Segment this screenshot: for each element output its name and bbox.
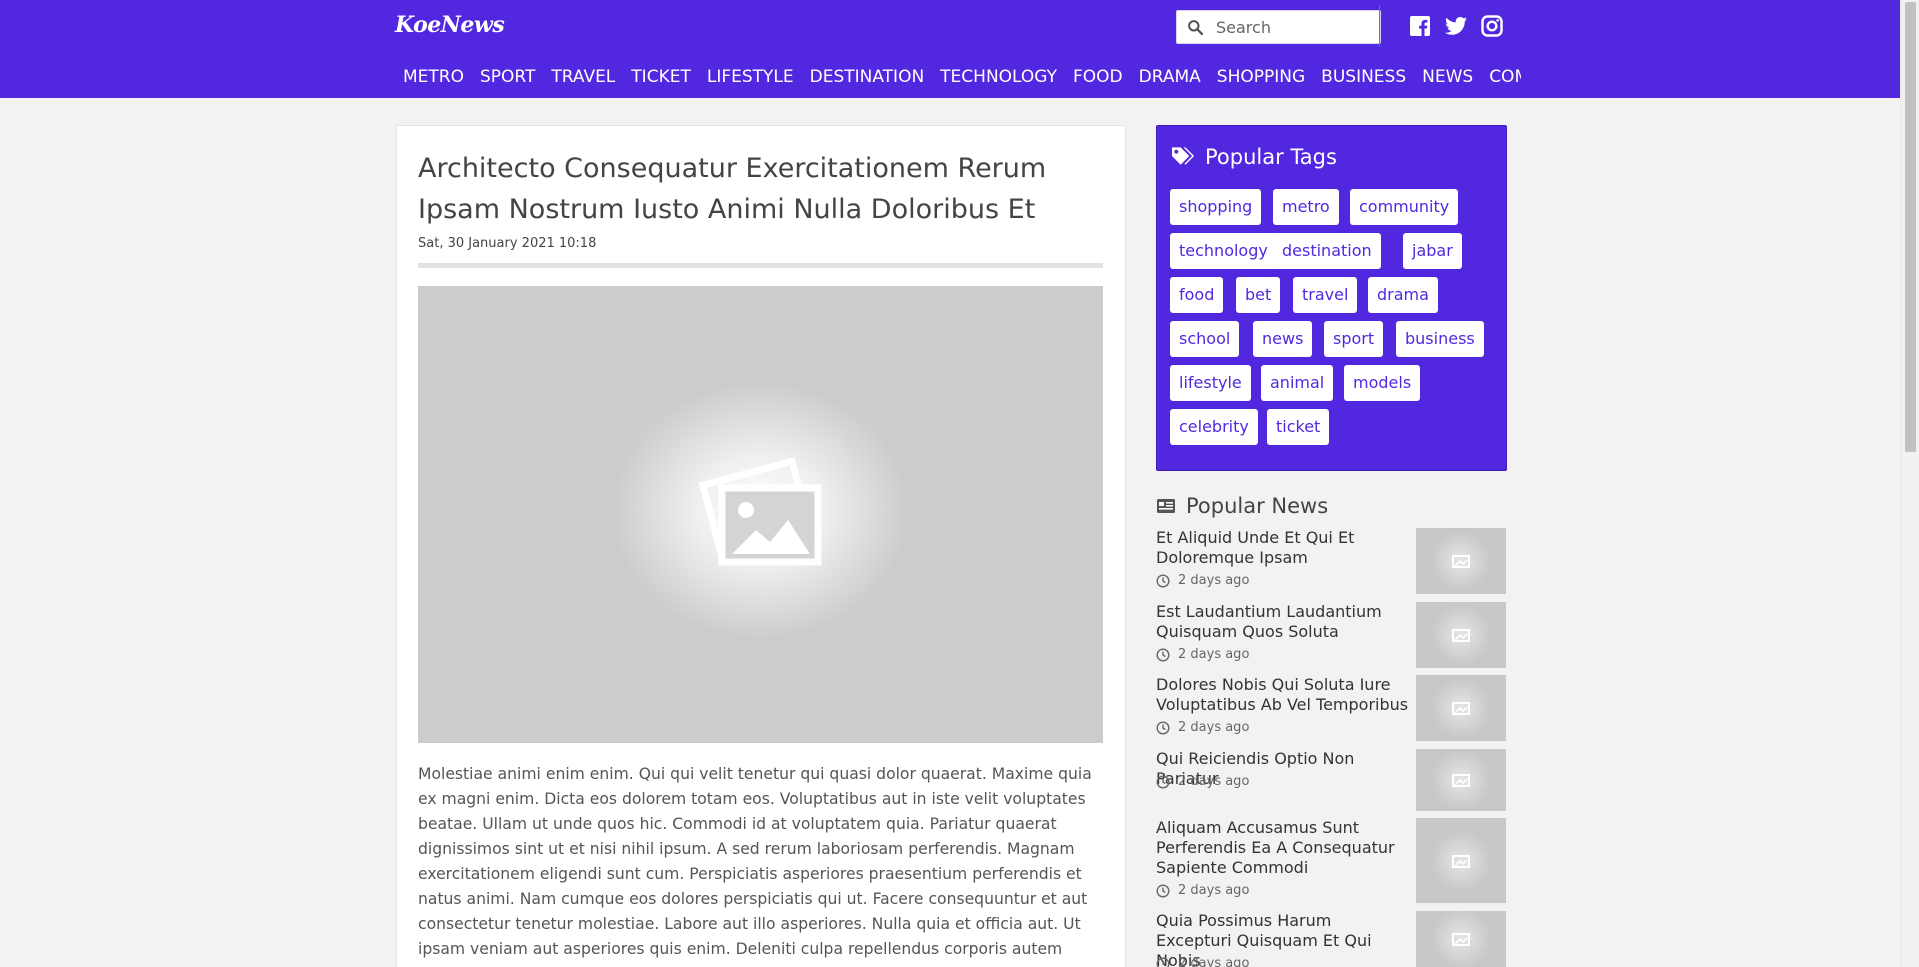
- popular-news-item[interactable]: Quia Possimus Harum Excepturi Quisquam E…: [1156, 909, 1507, 967]
- image-placeholder-icon: [1452, 933, 1470, 946]
- tag-shopping[interactable]: shopping: [1170, 189, 1262, 225]
- news-title[interactable]: Dolores Nobis Qui Soluta Iure Voluptatib…: [1156, 675, 1411, 715]
- news-title[interactable]: Aliquam Accusamus Sunt Perferendis Ea A …: [1156, 818, 1411, 878]
- image-placeholder-icon: [1452, 854, 1470, 868]
- clock-icon: [1156, 774, 1170, 789]
- tag-destination[interactable]: destination: [1273, 233, 1381, 269]
- tag-drama[interactable]: drama: [1368, 277, 1438, 313]
- nav-item-business[interactable]: BUSINESS: [1313, 64, 1414, 90]
- popular-news-item[interactable]: Aliquam Accusamus Sunt Perferendis Ea A …: [1156, 818, 1507, 903]
- image-placeholder-icon: [1452, 774, 1470, 787]
- site-logo[interactable]: KoeNews: [395, 12, 505, 38]
- image-placeholder-icon: [698, 457, 822, 566]
- tag-food[interactable]: food: [1170, 277, 1224, 313]
- popular-news-item[interactable]: Qui Reiciendis Optio Non Pariatur 2 days…: [1156, 749, 1507, 811]
- popular-news-item[interactable]: Est Laudantium Laudantium Quisquam Quos …: [1156, 602, 1507, 668]
- tag-bet[interactable]: bet: [1236, 277, 1281, 313]
- nav-item-technology[interactable]: TECHNOLOGY: [932, 64, 1065, 90]
- nav-item-sport[interactable]: SPORT: [472, 64, 543, 90]
- news-time: 2 days ago: [1156, 720, 1249, 735]
- tag-school[interactable]: school: [1170, 321, 1240, 357]
- scrollbar-thumb[interactable]: [1905, 2, 1916, 452]
- popular-tags-panel: Popular Tags shopping metro community te…: [1156, 125, 1507, 471]
- popular-news-item[interactable]: Dolores Nobis Qui Soluta Iure Voluptatib…: [1156, 675, 1507, 741]
- page-scrollbar[interactable]: [1900, 0, 1919, 967]
- search-icon: [1188, 19, 1204, 35]
- nav-item-food[interactable]: FOOD: [1065, 64, 1131, 90]
- search-box[interactable]: Search: [1176, 10, 1381, 44]
- article-date: Sat, 30 January 2021 10:18: [418, 236, 597, 251]
- tag-technology[interactable]: technology: [1170, 233, 1277, 269]
- nav-item-shopping[interactable]: SHOPPING: [1209, 64, 1313, 90]
- image-placeholder-icon: [1452, 629, 1470, 642]
- news-time: 2 days ago: [1156, 647, 1249, 662]
- tag-news[interactable]: news: [1253, 321, 1313, 357]
- news-thumbnail[interactable]: [1416, 528, 1506, 594]
- nav-item-news[interactable]: NEWS: [1414, 64, 1481, 90]
- article-body: Molestiae animi enim enim. Qui qui velit…: [418, 765, 1092, 967]
- clock-icon: [1156, 720, 1170, 735]
- clock-icon: [1156, 647, 1170, 662]
- nav-item-lifestyle[interactable]: LIFESTYLE: [699, 64, 802, 90]
- popular-news-item[interactable]: Et Aliquid Unde Et Qui Et Doloremque Ips…: [1156, 528, 1507, 594]
- category-nav: METRO SPORT TRAVEL TICKET LIFESTYLE DESTINATI…: [395, 64, 1521, 90]
- clock-icon: [1156, 883, 1170, 898]
- news-time: 2 days ago: [1156, 573, 1249, 588]
- tag-sport[interactable]: sport: [1324, 321, 1384, 357]
- tag-metro[interactable]: metro: [1273, 189, 1339, 225]
- article-divider: [418, 263, 1103, 268]
- image-placeholder-icon: [1452, 555, 1470, 568]
- tag-ticket[interactable]: ticket: [1267, 409, 1330, 445]
- nav-item-ticket[interactable]: TICKET: [623, 64, 699, 90]
- nav-item-community[interactable]: COMMUNITY: [1481, 64, 1521, 90]
- tag-celebrity[interactable]: celebrity: [1170, 409, 1258, 445]
- newspaper-icon: [1157, 499, 1175, 513]
- news-time: 2 days ago: [1156, 956, 1249, 967]
- nav-item-metro[interactable]: METRO: [395, 64, 472, 90]
- news-time: 2 days ago: [1156, 883, 1249, 898]
- nav-item-travel[interactable]: TRAVEL: [543, 64, 623, 90]
- news-title[interactable]: Est Laudantium Laudantium Quisquam Quos …: [1156, 602, 1411, 642]
- tag-community[interactable]: community: [1350, 189, 1459, 225]
- news-thumbnail[interactable]: [1416, 675, 1506, 741]
- news-thumbnail[interactable]: [1416, 818, 1506, 903]
- tag-lifestyle[interactable]: lifestyle: [1170, 365, 1251, 401]
- popular-news-heading: Popular News: [1156, 494, 1328, 518]
- tag-jabar[interactable]: jabar: [1403, 233, 1462, 269]
- twitter-icon[interactable]: [1443, 14, 1469, 38]
- clock-icon: [1156, 957, 1170, 967]
- news-title[interactable]: Et Aliquid Unde Et Qui Et Doloremque Ips…: [1156, 528, 1411, 568]
- tag-business[interactable]: business: [1396, 321, 1484, 357]
- facebook-icon[interactable]: [1408, 14, 1432, 38]
- news-time: 2 days ago: [1156, 774, 1249, 789]
- tag-models[interactable]: models: [1344, 365, 1421, 401]
- article-card: Architecto Consequatur Exercitationem Re…: [396, 125, 1126, 967]
- instagram-icon[interactable]: [1480, 14, 1504, 38]
- article-title: Architecto Consequatur Exercitationem Re…: [418, 153, 1047, 225]
- site-header: KoeNews Search METRO SPORT TRAVEL TICKET LIF…: [0, 0, 1900, 98]
- search-input[interactable]: Search: [1216, 18, 1271, 37]
- header-divider: [1379, 5, 1380, 47]
- popular-tags-heading: Popular Tags: [1171, 145, 1337, 169]
- tag-travel[interactable]: travel: [1293, 277, 1358, 313]
- nav-item-drama[interactable]: DRAMA: [1131, 64, 1209, 90]
- tags-icon: [1171, 147, 1195, 165]
- nav-item-destination[interactable]: DESTINATION: [802, 64, 933, 90]
- image-placeholder-icon: [1452, 702, 1470, 715]
- article-image: [418, 286, 1103, 743]
- tag-animal[interactable]: animal: [1261, 365, 1334, 401]
- clock-icon: [1156, 573, 1170, 588]
- news-thumbnail[interactable]: [1416, 602, 1506, 668]
- news-thumbnail[interactable]: [1416, 909, 1506, 967]
- news-thumbnail[interactable]: [1416, 749, 1506, 811]
